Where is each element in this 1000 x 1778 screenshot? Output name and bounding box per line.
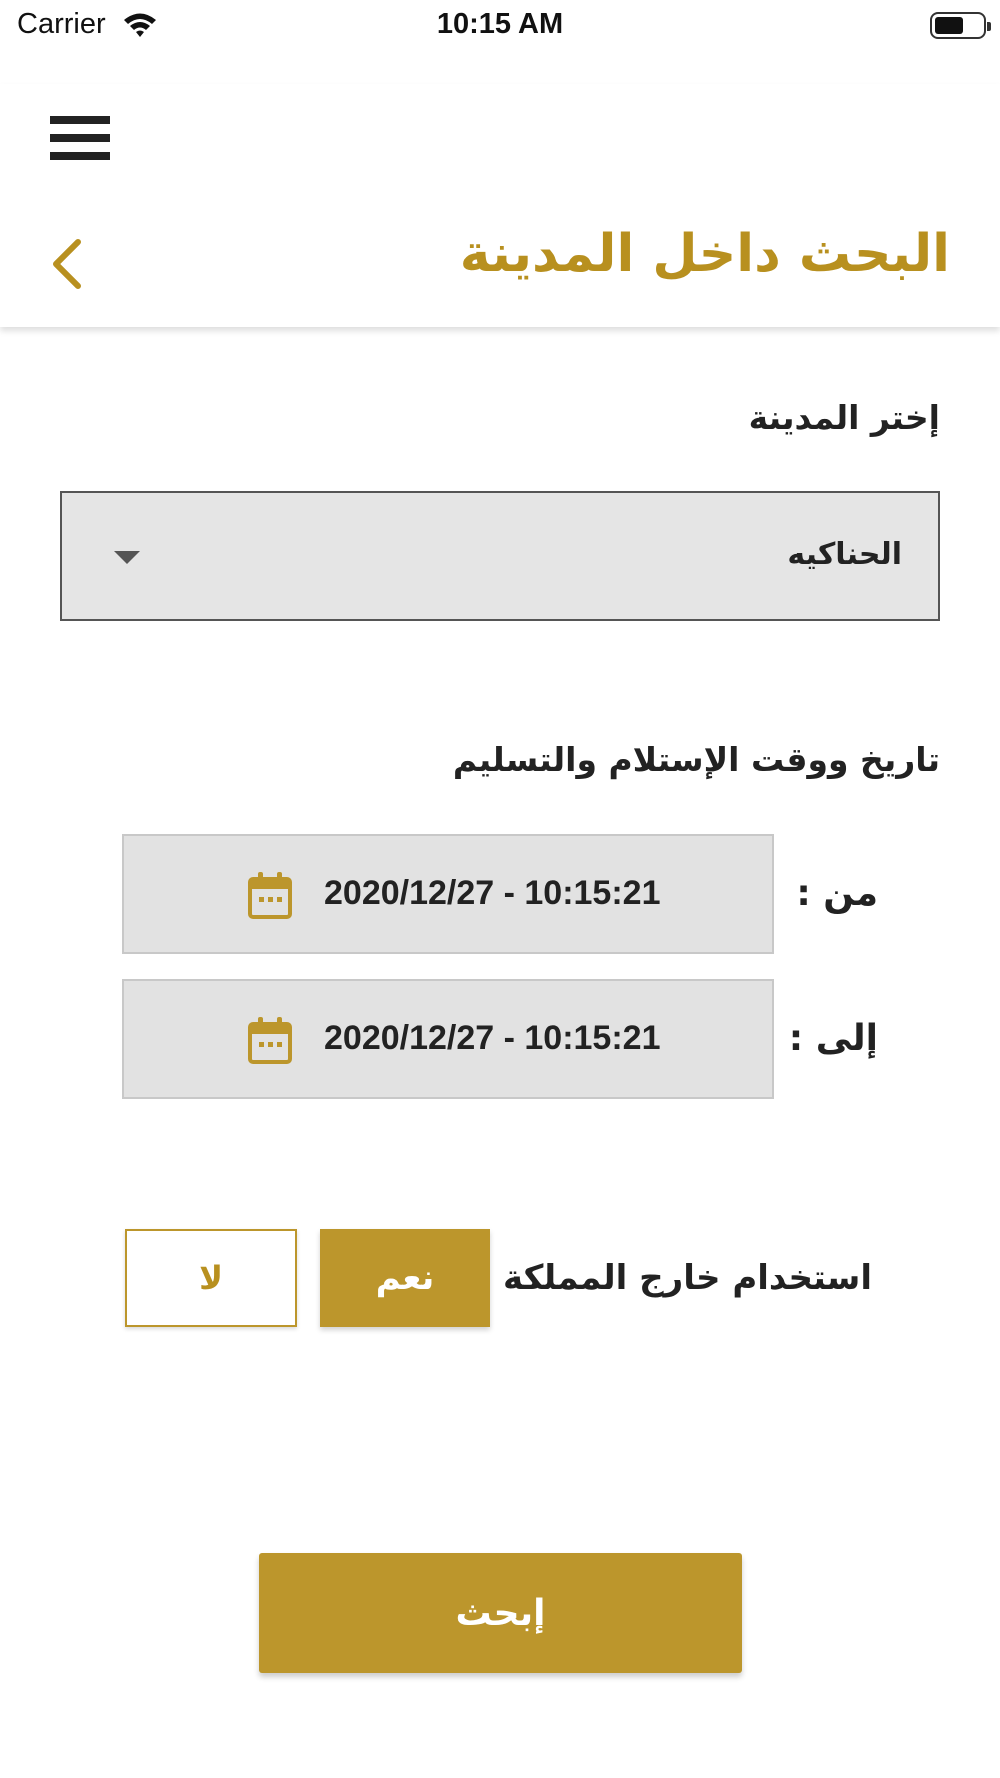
status-bar: Carrier 10:15 AM — [0, 0, 1000, 80]
to-date-value: 2020/12/27 - 10:15:21 — [324, 1019, 661, 1057]
hamburger-menu-icon[interactable] — [50, 116, 112, 168]
city-selected-value: الحناكيه — [787, 537, 902, 572]
chevron-left-icon[interactable] — [44, 232, 94, 296]
app-header: البحث داخل المدينة — [0, 84, 1000, 327]
from-date-value: 2020/12/27 - 10:15:21 — [324, 874, 661, 912]
to-label: إلى : — [788, 1018, 878, 1059]
calendar-icon — [248, 872, 292, 919]
page-title: البحث داخل المدينة — [459, 224, 950, 284]
from-label: من : — [796, 873, 878, 914]
calendar-icon — [248, 1017, 292, 1064]
search-button[interactable]: إبحث — [259, 1553, 742, 1673]
status-time: 10:15 AM — [436, 8, 564, 40]
city-label: إختر المدينة — [748, 398, 940, 437]
battery-icon — [930, 12, 991, 39]
dates-section-label: تاريخ ووقت الإستلام والتسليم — [452, 740, 940, 779]
outside-kingdom-label: استخدام خارج المملكة : — [477, 1258, 872, 1298]
from-date-field[interactable]: 2020/12/27 - 10:15:21 — [122, 834, 774, 954]
yes-button[interactable]: نعم — [320, 1229, 490, 1327]
city-select[interactable]: الحناكيه — [60, 491, 940, 621]
chevron-down-icon — [114, 551, 140, 564]
to-date-field[interactable]: 2020/12/27 - 10:15:21 — [122, 979, 774, 1099]
no-button[interactable]: لا — [125, 1229, 297, 1327]
